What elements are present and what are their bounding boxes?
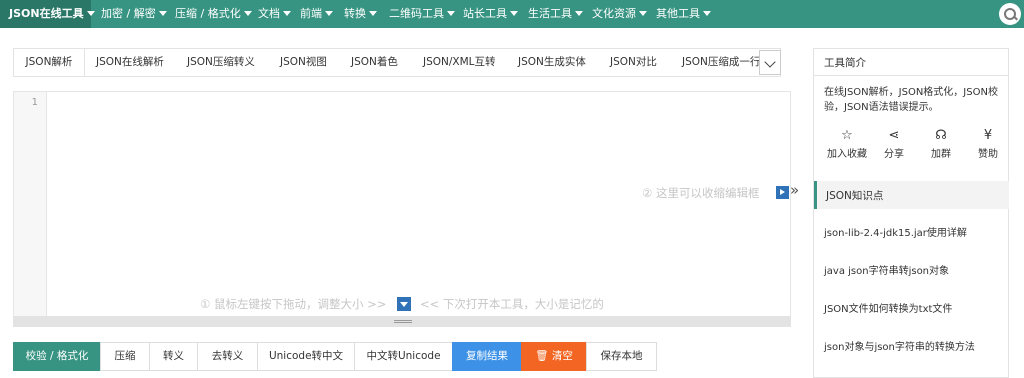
tab-json-color[interactable]: JSON着色: [351, 49, 398, 76]
chevron-down-icon: [283, 10, 291, 16]
unescape-button[interactable]: 去转义: [197, 342, 258, 371]
chevron-down-icon: [447, 10, 455, 16]
knowledge-link[interactable]: json-lib-2.4-jdk15.jar使用详解: [824, 224, 967, 239]
compress-button[interactable]: 压缩: [100, 342, 150, 371]
tab-json-compare[interactable]: JSON对比: [610, 49, 657, 76]
nav-item-label: 站长工具: [463, 7, 507, 20]
unicode-to-cn-button[interactable]: Unicode转中文: [257, 342, 355, 371]
nav-item-culture[interactable]: 文化资源: [592, 0, 647, 28]
share-label: 分享: [884, 149, 904, 160]
favorite-button[interactable]: ☆ 加入收藏: [822, 127, 872, 160]
share-icon: ⋖: [888, 128, 900, 143]
nav-item-life[interactable]: 生活工具: [528, 0, 583, 28]
nav-item-label: JSON在线工具: [9, 7, 84, 20]
divider: [814, 75, 1008, 76]
chevron-down-icon: [325, 10, 333, 16]
chevron-down-icon: [639, 10, 647, 16]
share-button[interactable]: ⋖ 分享: [869, 127, 919, 160]
nav-item-qrcode[interactable]: 二维码工具: [389, 0, 455, 28]
panel-title: 工具简介: [824, 57, 866, 69]
chevron-down-icon: [510, 10, 518, 16]
line-number: 1: [31, 97, 38, 108]
trash-icon: 🗑: [535, 350, 549, 362]
editor-resize-handle[interactable]: [13, 316, 791, 327]
collapse-icon[interactable]: [776, 186, 789, 199]
tab-json-entity[interactable]: JSON生成实体: [518, 49, 586, 76]
json-editor[interactable]: 1: [13, 91, 791, 317]
join-group-button[interactable]: ☊ 加群: [916, 127, 966, 160]
chevron-down-icon: [575, 10, 583, 16]
knowledge-header: JSON知识点: [814, 181, 1009, 209]
resize-memory-hint: << 下次打开本工具，大小是记忆的: [420, 297, 604, 311]
collapse-arrows-icon[interactable]: »: [790, 181, 799, 199]
knowledge-link[interactable]: java json字符串转json对象: [824, 262, 949, 277]
nav-item-label: 转换: [344, 7, 366, 20]
join-group-label: 加群: [931, 149, 951, 160]
knowledge-link[interactable]: json对象与json字符串的转换方法: [824, 338, 975, 353]
nav-item-label: 压缩 / 格式化: [175, 7, 241, 20]
nav-item-frontend[interactable]: 前端: [300, 0, 333, 28]
chevron-down-icon: [86, 10, 95, 16]
nav-item-label: 生活工具: [528, 7, 572, 20]
nav-item-label: 加密 / 解密: [101, 7, 156, 20]
chevron-down-icon: [369, 10, 377, 16]
nav-item-label: 二维码工具: [389, 7, 444, 20]
cn-to-unicode-button[interactable]: 中文转Unicode: [354, 342, 453, 371]
headset-icon: ☊: [935, 128, 947, 143]
tab-json-online-parse[interactable]: JSON在线解析: [96, 49, 164, 76]
nav-item-convert[interactable]: 转换: [344, 0, 377, 28]
copy-result-button[interactable]: 复制结果: [452, 342, 522, 371]
collapse-hint: ② 这里可以收缩编辑框: [642, 186, 760, 200]
nav-item-compress-format[interactable]: 压缩 / 格式化: [175, 0, 252, 28]
knowledge-link[interactable]: JSON文件如何转换为txt文件: [824, 300, 952, 315]
knowledge-title: JSON知识点: [826, 190, 884, 202]
nav-item-encrypt[interactable]: 加密 / 解密: [101, 0, 167, 28]
tab-json-one-line[interactable]: JSON压缩成一行: [682, 49, 760, 76]
clear-button[interactable]: 🗑 清空: [521, 342, 587, 371]
sponsor-label: 赞助: [978, 149, 998, 160]
nav-item-label: 文档: [258, 7, 280, 20]
tool-description: 在线JSON解析，JSON格式化，JSON校验，JSON语法错误提示。: [824, 87, 998, 113]
nav-item-other[interactable]: 其他工具: [656, 0, 711, 28]
tab-json-compress-escape[interactable]: JSON压缩转义: [187, 49, 255, 76]
escape-button[interactable]: 转义: [149, 342, 198, 371]
nav-item-label: 文化资源: [592, 7, 636, 20]
nav-item-label: 其他工具: [656, 7, 700, 20]
tab-json-xml[interactable]: JSON/XML互转: [423, 49, 496, 76]
nav-item-docs[interactable]: 文档: [258, 0, 291, 28]
resize-hint: ① 鼠标左键按下拖动，调整大小 >>: [200, 297, 387, 311]
tool-tabs: JSON解析 JSON在线解析 JSON压缩转义 JSON视图 JSON着色 J…: [13, 48, 781, 77]
validate-format-button[interactable]: 校验 / 格式化: [13, 342, 101, 371]
line-gutter: 1: [14, 92, 47, 316]
search-icon[interactable]: [999, 3, 1021, 25]
top-nav: JSON在线工具 加密 / 解密 压缩 / 格式化 文档 前端 转换 二维码工具…: [0, 0, 1024, 28]
yen-icon: ¥: [983, 128, 993, 143]
chevron-down-icon: [243, 10, 252, 16]
resize-icon[interactable]: [397, 297, 411, 311]
nav-item-webmaster[interactable]: 站长工具: [463, 0, 518, 28]
nav-item-json-tools[interactable]: JSON在线工具: [0, 0, 95, 28]
tab-json-parse[interactable]: JSON解析: [14, 49, 85, 76]
chevron-down-icon: [703, 10, 711, 16]
tab-json-view[interactable]: JSON视图: [280, 49, 327, 76]
star-icon: ☆: [841, 128, 853, 143]
sponsor-button[interactable]: ¥ 赞助: [963, 127, 1013, 160]
save-local-button[interactable]: 保存本地: [586, 342, 657, 371]
favorite-label: 加入收藏: [827, 149, 867, 160]
tabs-more-button[interactable]: [759, 50, 781, 75]
chevron-down-icon: [158, 10, 167, 16]
resize-grip-icon: [394, 320, 412, 323]
clear-label: 清空: [551, 350, 573, 362]
nav-item-label: 前端: [300, 7, 322, 20]
tool-info-panel: 工具简介 在线JSON解析，JSON格式化，JSON校验，JSON语法错误提示。…: [813, 48, 1009, 378]
